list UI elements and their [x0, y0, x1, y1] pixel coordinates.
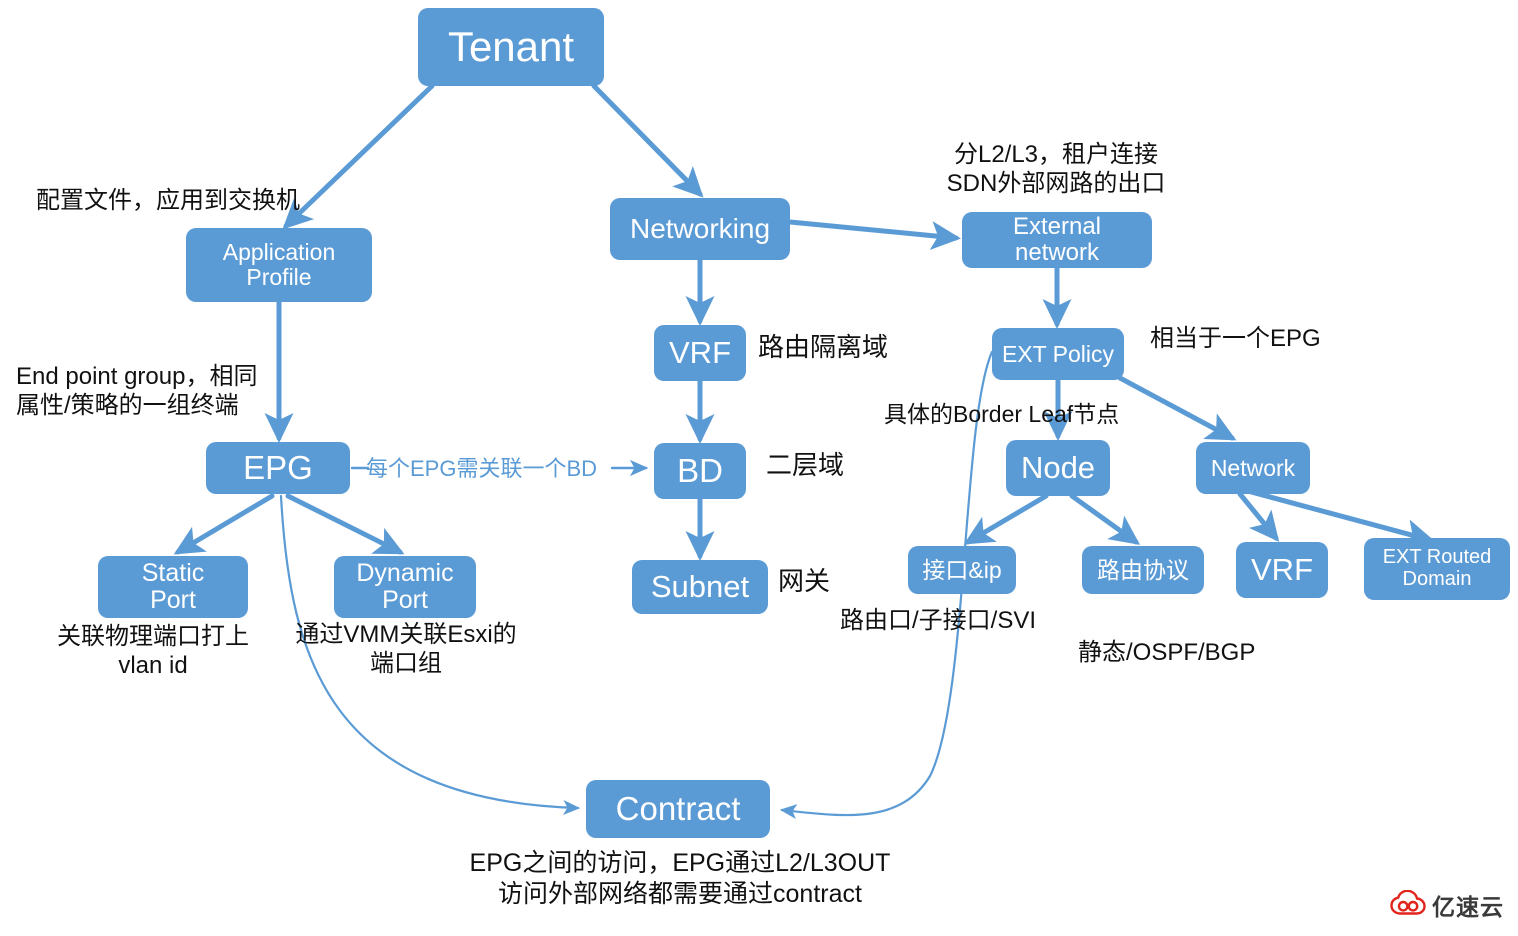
node-node[interactable]: Node	[1006, 440, 1110, 496]
note-app-profile: 配置文件，应用到交换机	[36, 187, 300, 214]
node-networking[interactable]: Networking	[610, 198, 790, 260]
node-label: Networking	[629, 212, 771, 244]
node-label: Contract	[615, 790, 741, 828]
note-bd: 二层域	[766, 450, 845, 480]
node-label: VRF	[1251, 552, 1313, 588]
node-tenant[interactable]: Tenant	[418, 8, 604, 86]
edge-epg-static-port	[173, 493, 275, 555]
node-application_profile[interactable]: Application Profile	[186, 228, 372, 302]
node-label: Static Port	[141, 559, 205, 614]
node-interface_ip[interactable]: 接口&ip	[908, 546, 1016, 594]
note-epg: End point group，相同 属性/策略的一组终端	[16, 363, 258, 420]
note-vrf: 路由隔离域	[758, 332, 889, 362]
node-subnet[interactable]: Subnet	[632, 560, 768, 614]
node-label: EXT Policy	[1001, 340, 1115, 367]
node-label: Subnet	[650, 569, 750, 605]
note-static-port: 关联物理端口打上 vlan id	[57, 623, 249, 680]
node-label: 接口&ip	[922, 556, 1002, 583]
node-bd[interactable]: BD	[654, 443, 746, 499]
node-static_port[interactable]: Static Port	[98, 556, 248, 618]
note-routing-protocol: 静态/OSPF/BGP	[1078, 639, 1256, 666]
watermark-text: 亿速云	[1432, 894, 1504, 920]
node-ext_policy[interactable]: EXT Policy	[992, 328, 1124, 380]
note-contract: EPG之间的访问，EPG通过L2/L3OUT 访问外部网络都需要通过contra…	[469, 849, 891, 908]
node-label: EPG	[243, 449, 313, 487]
node-label: Dynamic Port	[356, 559, 454, 614]
node-label: BD	[677, 452, 723, 490]
edge-network-ext-routed-domain	[1241, 487, 1435, 548]
label-epg-bd: 每个EPG需关联一个BD	[366, 456, 598, 481]
watermark: 亿速云	[1390, 888, 1504, 922]
node-routing_protocol[interactable]: 路由协议	[1082, 546, 1204, 594]
diagram-canvas: Tenant Application Profile EPG Static Port D…	[0, 0, 1518, 936]
node-label: Node	[1020, 450, 1096, 486]
cloud-logo-icon	[1390, 889, 1426, 921]
note-node: 具体的Border Leaf节点	[884, 401, 1120, 427]
node-label: External network	[1012, 213, 1102, 266]
note-external-network: 分L2/L3，租户连接 SDN外部网路的出口	[946, 141, 1166, 198]
node-dynamic_port[interactable]: Dynamic Port	[334, 556, 476, 618]
node-vrf_ext[interactable]: VRF	[1236, 542, 1328, 598]
edge-network-vrf	[1237, 491, 1280, 542]
node-label: 路由协议	[1097, 556, 1189, 583]
note-subnet: 网关	[778, 566, 831, 596]
node-epg[interactable]: EPG	[206, 442, 350, 494]
note-dynamic-port: 通过VMM关联Esxi的 端口组	[295, 621, 517, 678]
edge-tenant-networking	[591, 83, 704, 198]
edge-node-routing-protocol	[1069, 493, 1141, 545]
node-label: Application Profile	[222, 239, 336, 290]
node-ext_routed_domain[interactable]: EXT Routed Domain	[1364, 538, 1510, 600]
node-vrf_main[interactable]: VRF	[654, 325, 746, 381]
note-ext-policy: 相当于一个EPG	[1150, 325, 1321, 352]
node-label: EXT Routed Domain	[1382, 546, 1492, 590]
node-external_network[interactable]: External network	[962, 212, 1152, 268]
node-contract[interactable]: Contract	[586, 780, 770, 838]
edge-epg-dynamic-port	[285, 493, 405, 555]
node-network[interactable]: Network	[1196, 442, 1310, 494]
node-label: VRF	[669, 335, 731, 371]
edge-networking-external-network	[787, 219, 961, 251]
node-label: Tenant	[447, 23, 575, 71]
note-interface-ip: 路由口/子接口/SVI	[840, 607, 1037, 634]
node-label: Network	[1210, 454, 1296, 481]
edge-node-interface-ip	[963, 493, 1049, 545]
